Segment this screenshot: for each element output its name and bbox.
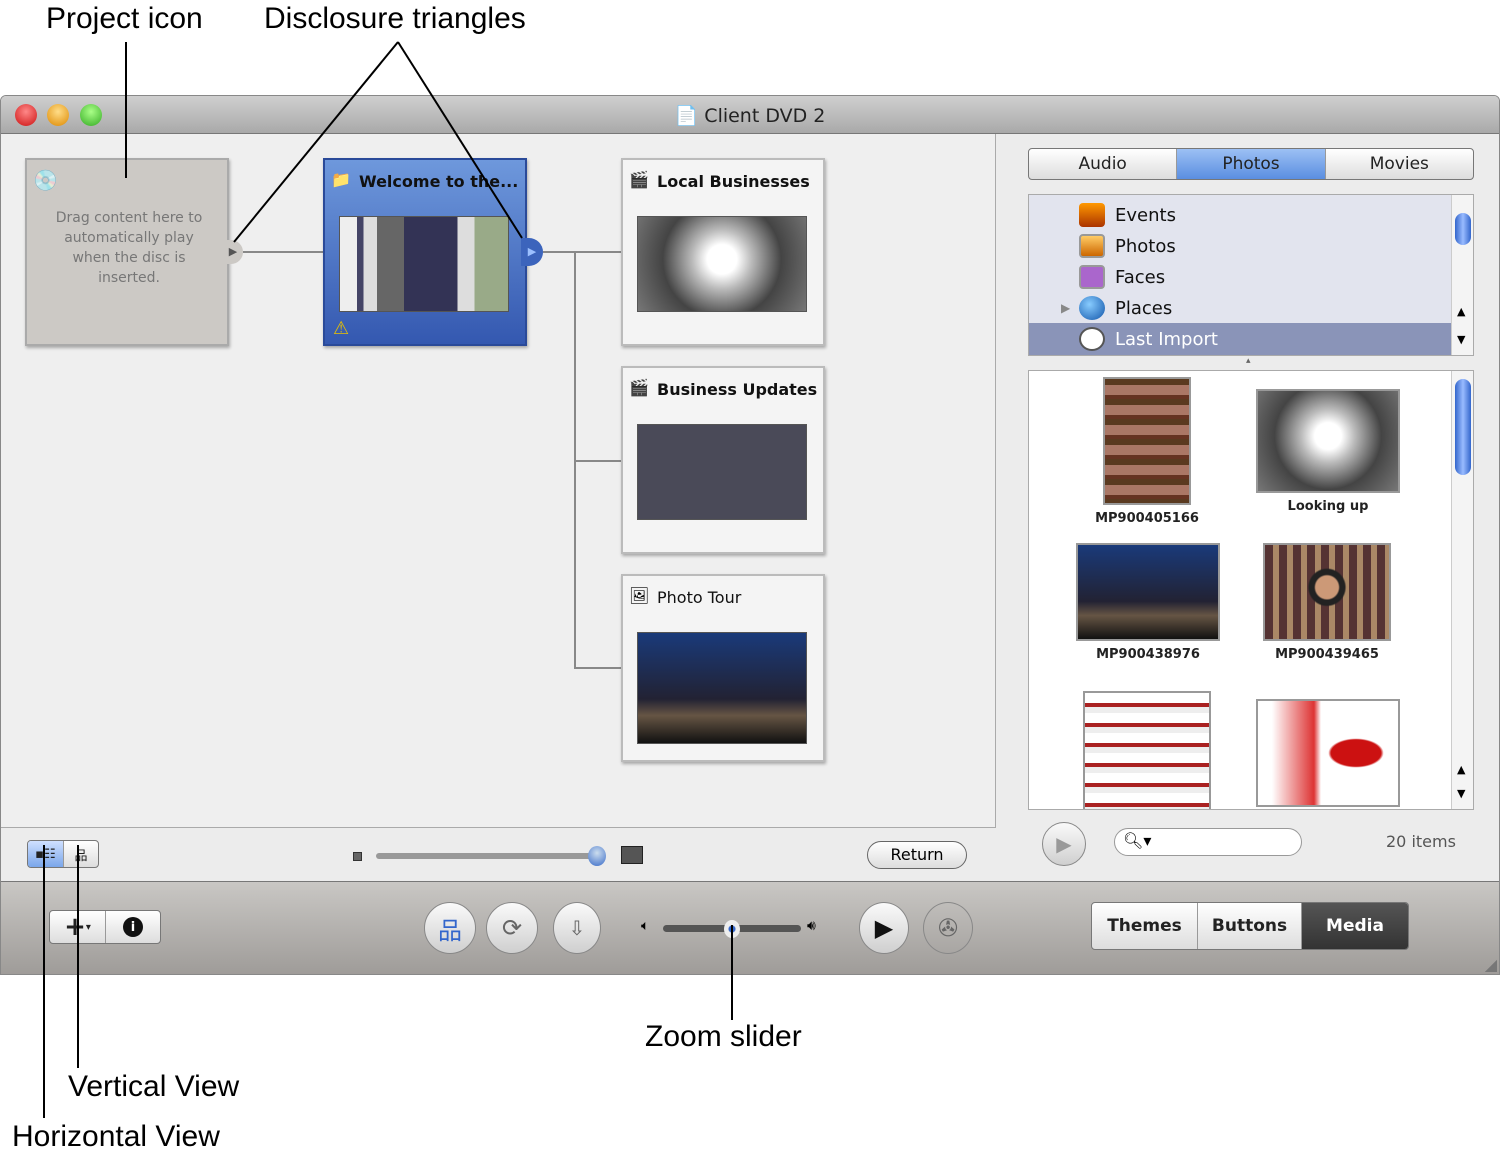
callout-lines	[43, 41, 733, 1118]
